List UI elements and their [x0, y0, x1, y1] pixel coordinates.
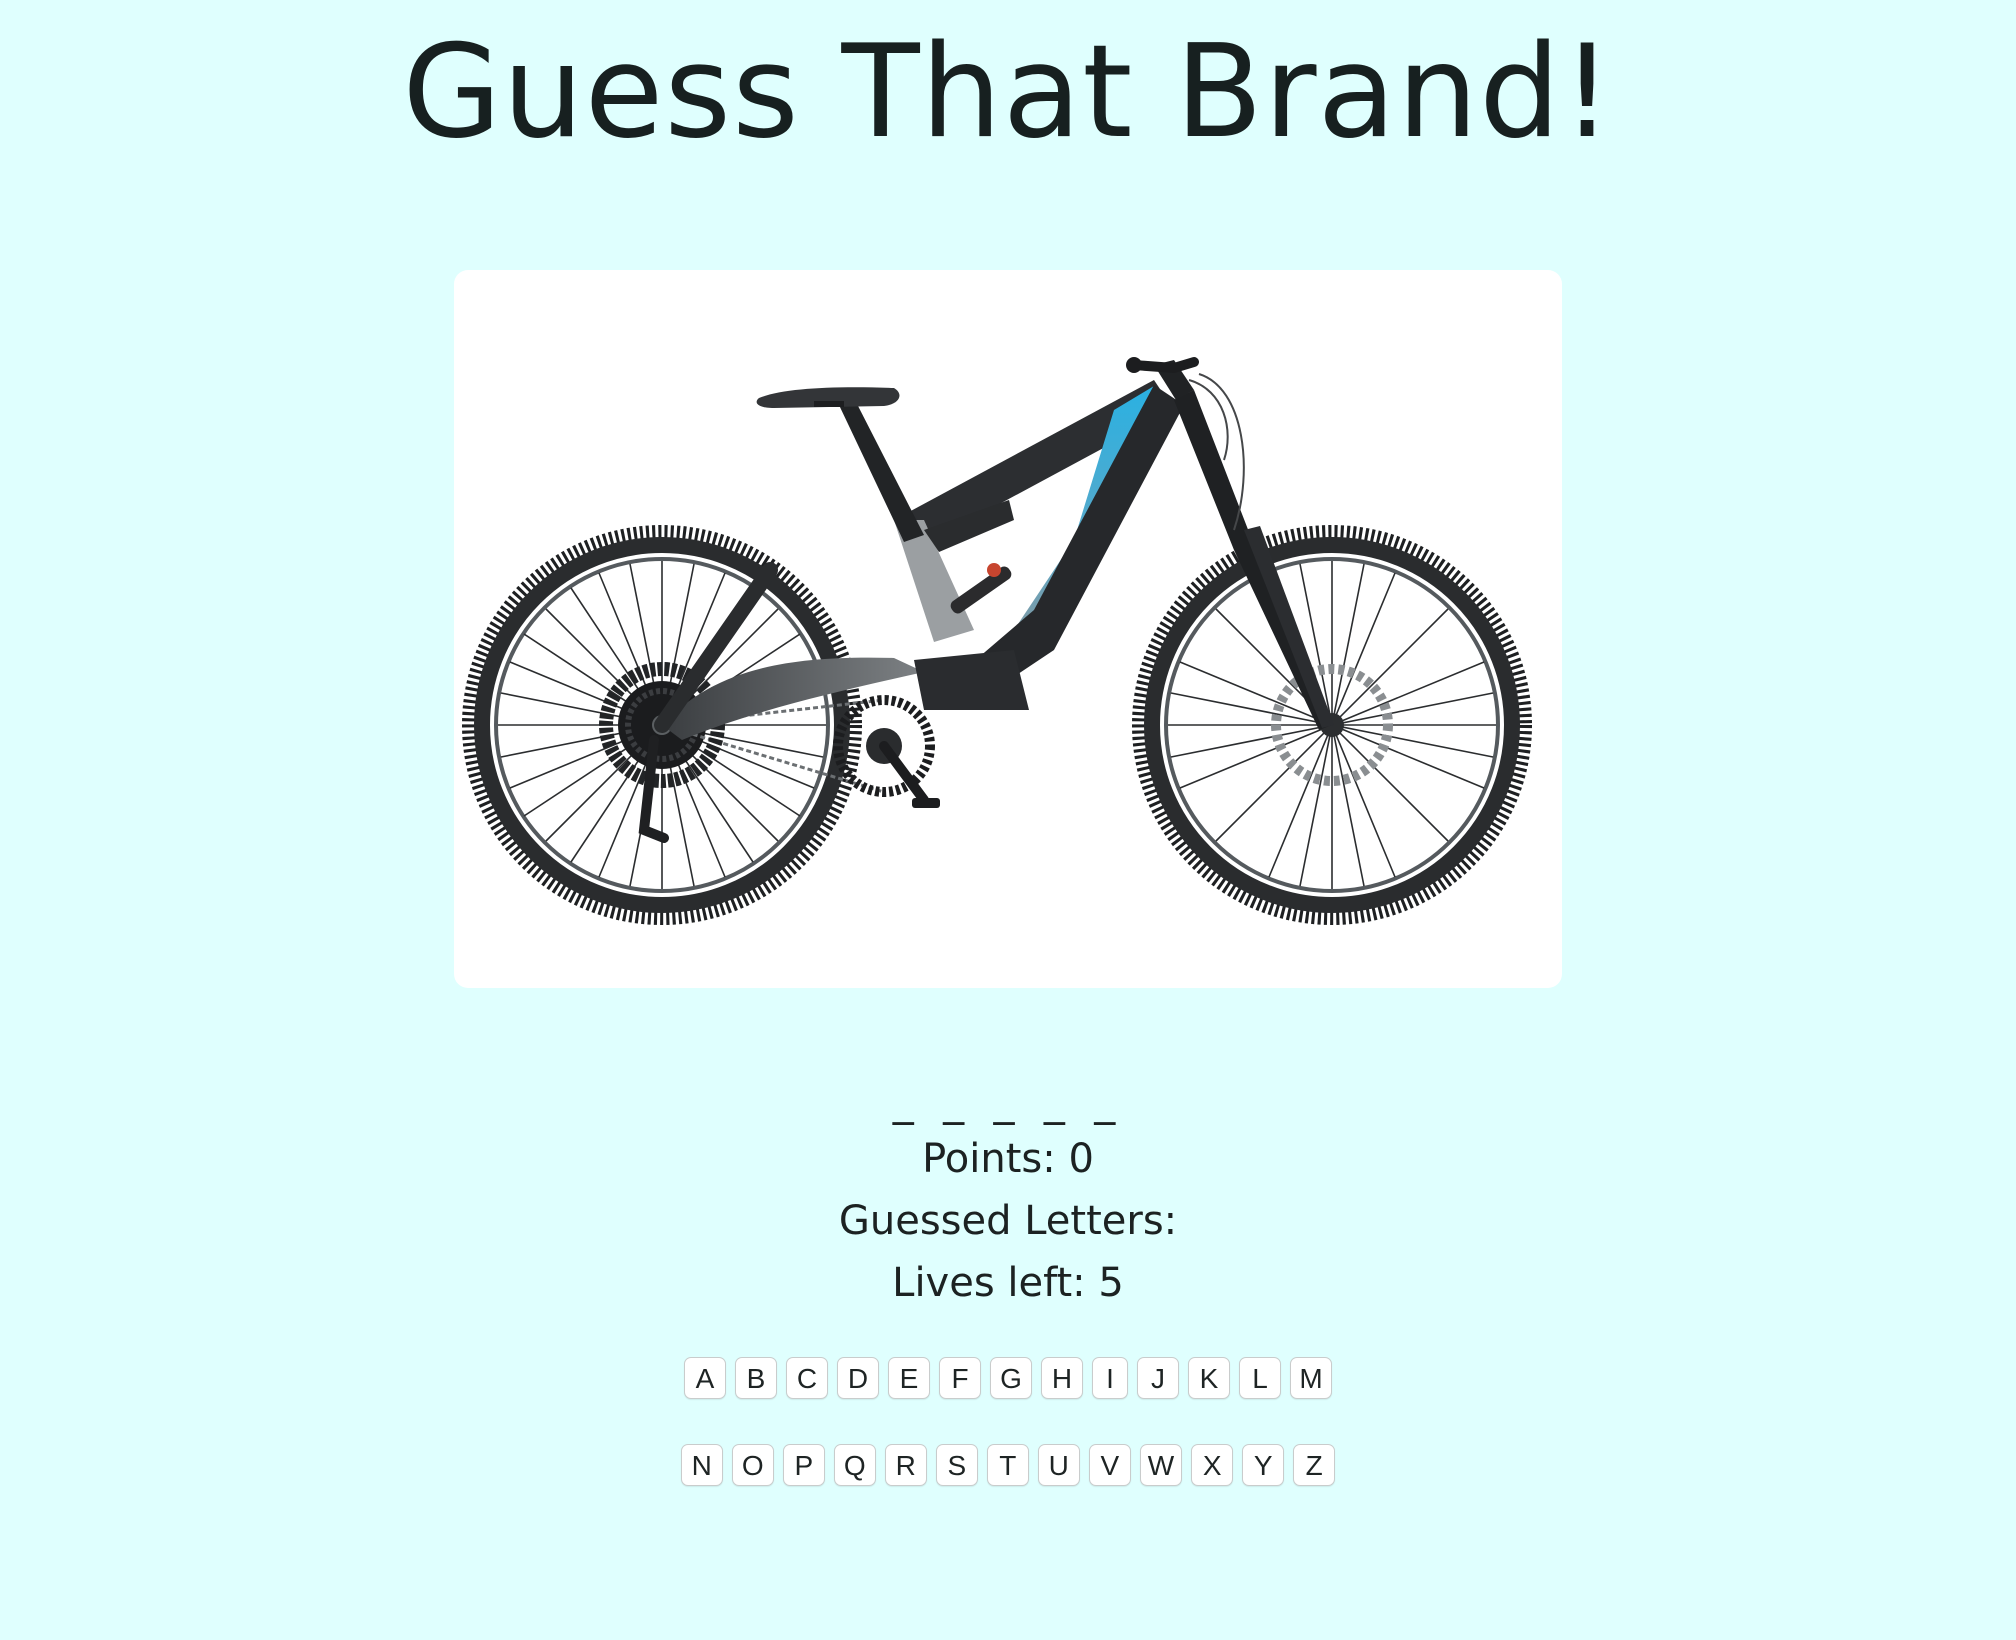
letter-keys-row-1: A B C D E F G H I J K L M — [0, 1357, 2016, 1399]
page-title: Guess That Brand! — [402, 18, 1614, 167]
lives-left-text: Lives left: 5 — [892, 1260, 1124, 1306]
letter-key-r[interactable]: R — [884, 1444, 927, 1486]
letter-key-u[interactable]: U — [1037, 1444, 1080, 1486]
letter-key-f[interactable]: F — [939, 1357, 981, 1399]
mountain-bike-image — [462, 357, 1532, 925]
letter-key-j[interactable]: J — [1137, 1357, 1179, 1399]
letter-key-n[interactable]: N — [680, 1444, 723, 1486]
letter-key-h[interactable]: H — [1041, 1357, 1083, 1399]
letter-key-m[interactable]: M — [1290, 1357, 1332, 1399]
letter-key-o[interactable]: O — [731, 1444, 774, 1486]
letter-key-c[interactable]: C — [786, 1357, 828, 1399]
letter-key-z[interactable]: Z — [1293, 1444, 1336, 1486]
letter-key-v[interactable]: V — [1088, 1444, 1131, 1486]
letter-key-b[interactable]: B — [735, 1357, 777, 1399]
letter-key-i[interactable]: I — [1092, 1357, 1128, 1399]
letter-key-x[interactable]: X — [1191, 1444, 1234, 1486]
hidden-word-blanks: _ _ _ _ _ — [892, 1076, 1124, 1125]
letter-key-q[interactable]: Q — [833, 1444, 876, 1486]
letter-key-w[interactable]: W — [1139, 1444, 1183, 1486]
letter-key-l[interactable]: L — [1239, 1357, 1281, 1399]
letter-key-e[interactable]: E — [888, 1357, 930, 1399]
brand-image-card — [454, 270, 1562, 988]
letter-key-p[interactable]: P — [782, 1444, 825, 1486]
guessed-letters-text: Guessed Letters: — [838, 1198, 1178, 1244]
letter-key-s[interactable]: S — [935, 1444, 978, 1486]
letter-key-t[interactable]: T — [986, 1444, 1029, 1486]
letter-key-k[interactable]: K — [1188, 1357, 1230, 1399]
points-text: Points: 0 — [922, 1136, 1094, 1182]
letter-key-a[interactable]: A — [684, 1357, 726, 1399]
letter-key-y[interactable]: Y — [1242, 1444, 1285, 1486]
letter-key-g[interactable]: G — [990, 1357, 1032, 1399]
letter-keys-row-2: N O P Q R S T U V W X Y Z — [0, 1444, 2016, 1486]
letter-key-d[interactable]: D — [837, 1357, 879, 1399]
